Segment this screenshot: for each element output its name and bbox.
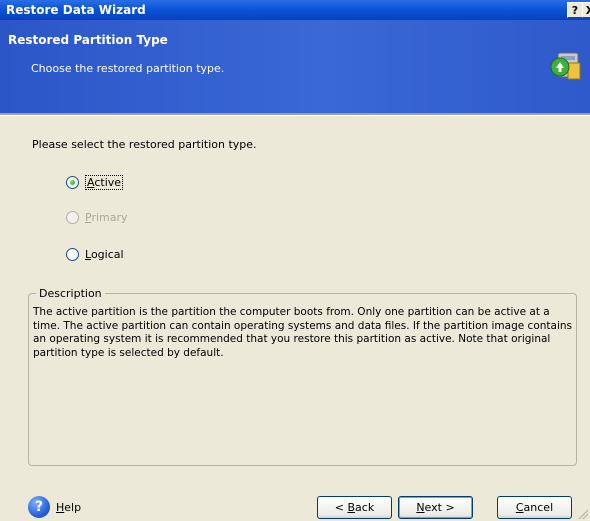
resize-grip[interactable]: [578, 509, 588, 519]
help-icon[interactable]: ?: [28, 496, 50, 518]
help-label[interactable]: Help: [56, 501, 81, 514]
radio-button-active[interactable]: [66, 175, 79, 189]
wizard-restore-icon: [550, 52, 581, 80]
radio-button-primary[interactable]: [66, 210, 79, 224]
description-legend: Description: [36, 287, 105, 300]
back-button[interactable]: < Back: [317, 496, 392, 519]
radio-label-primary[interactable]: Primary: [85, 211, 128, 224]
cancel-button[interactable]: Cancel: [497, 496, 572, 519]
help-button[interactable]: ? Help: [28, 496, 81, 518]
radio-active[interactable]: Active: [66, 174, 124, 190]
radio-label-logical[interactable]: Logical: [85, 248, 124, 261]
wizard-header: Restored Partition Type Choose the resto…: [0, 20, 590, 113]
window-title: Restore Data Wizard: [6, 3, 146, 17]
radio-label-active[interactable]: Active: [85, 174, 124, 190]
radio-primary[interactable]: Primary: [66, 209, 128, 225]
header-divider: [0, 113, 590, 116]
next-button[interactable]: Next >: [398, 496, 473, 519]
description-text: The active partition is the partition th…: [33, 306, 572, 359]
selection-prompt: Please select the restored partition typ…: [32, 138, 257, 151]
footer-divider: [0, 482, 590, 483]
radio-button-logical[interactable]: [66, 247, 79, 261]
title-bar[interactable]: Restore Data Wizard ? X: [0, 0, 590, 20]
restore-data-wizard-window: Restore Data Wizard ? X Restored Partiti…: [0, 0, 590, 521]
page-subtitle: Choose the restored partition type.: [31, 62, 225, 75]
help-title-button[interactable]: ?: [567, 2, 583, 18]
page-title: Restored Partition Type: [8, 33, 168, 47]
radio-logical[interactable]: Logical: [66, 246, 124, 262]
close-button[interactable]: X: [582, 2, 590, 18]
